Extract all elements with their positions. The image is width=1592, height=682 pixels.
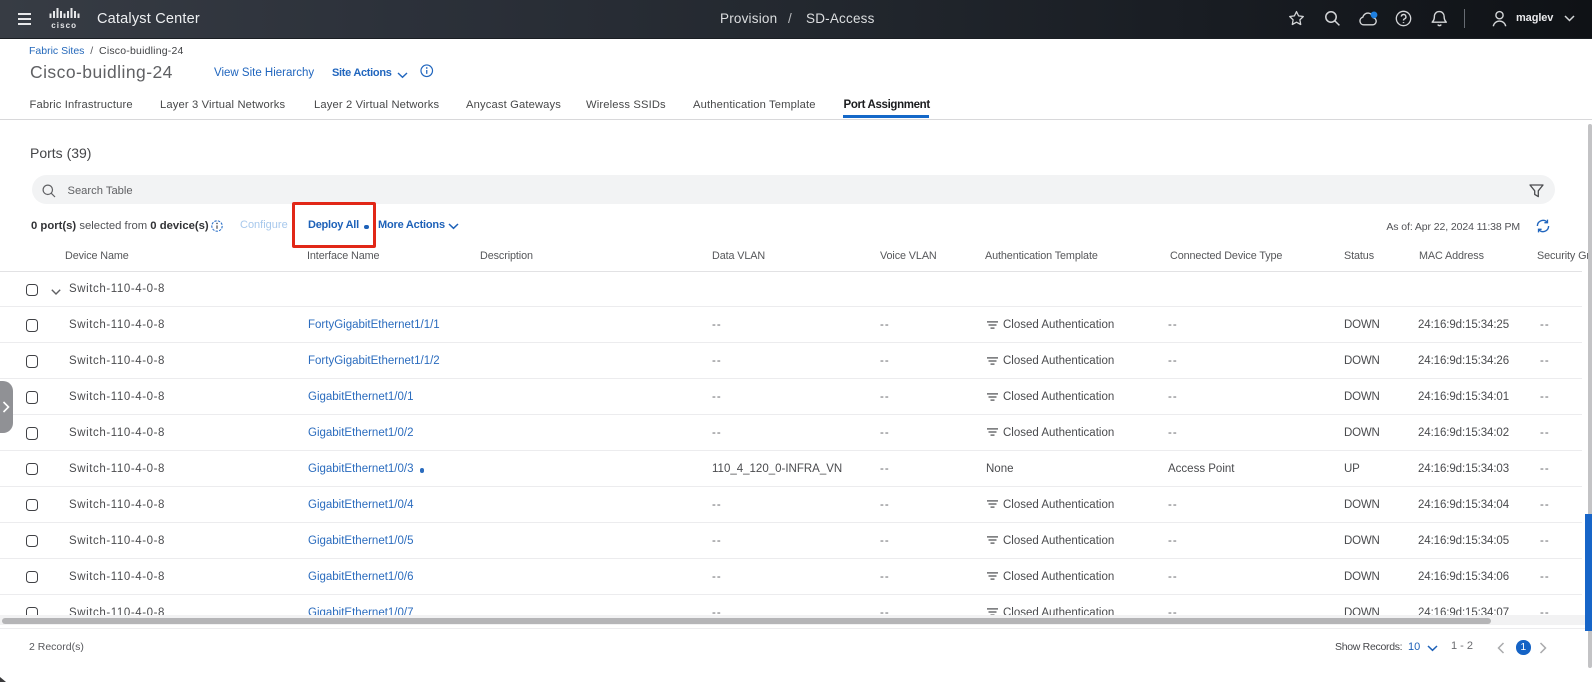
svg-text:cisco: cisco <box>51 20 77 28</box>
